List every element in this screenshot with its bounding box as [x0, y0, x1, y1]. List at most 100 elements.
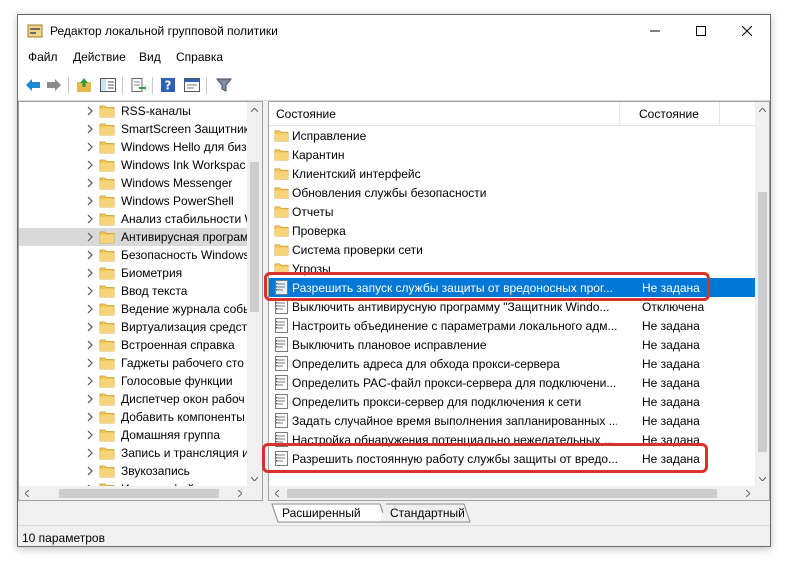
list-scroll-down-arrow[interactable] [755, 471, 769, 486]
menu-view[interactable]: Вид [139, 50, 161, 64]
back-button[interactable] [23, 75, 43, 95]
list-setting-row[interactable]: Определить прокси-сервер для подключения… [269, 392, 755, 411]
chevron-right-icon[interactable] [85, 249, 95, 261]
tree-item[interactable]: Запись и трансляция и [19, 444, 247, 462]
tree-item[interactable]: Гаджеты рабочего сто [19, 354, 247, 372]
chevron-right-icon[interactable] [85, 375, 95, 387]
chevron-right-icon[interactable] [85, 465, 95, 477]
chevron-right-icon[interactable] [85, 123, 95, 135]
tree-item[interactable]: SmartScreen Защитник [19, 120, 247, 138]
list-setting-row[interactable]: Настроить объединение с параметрами лока… [269, 316, 755, 335]
tree-item[interactable]: Безопасность Windows [19, 246, 247, 264]
chevron-right-icon[interactable] [85, 285, 95, 297]
chevron-right-icon[interactable] [85, 159, 95, 171]
list-setting-row[interactable]: Определить PAC-файл прокси-сервера для п… [269, 373, 755, 392]
chevron-right-icon[interactable] [85, 411, 95, 423]
tree-item[interactable]: Анализ стабильности W [19, 210, 247, 228]
list-vertical-scrollbar[interactable] [755, 102, 769, 486]
tree-horizontal-scrollbar[interactable] [19, 486, 247, 500]
tree-item[interactable]: Диспетчер окон рабоч [19, 390, 247, 408]
chevron-right-icon[interactable] [85, 357, 95, 369]
filter-button[interactable] [214, 75, 234, 95]
tree-item[interactable]: Windows Hello для биз [19, 138, 247, 156]
chevron-right-icon[interactable] [85, 105, 95, 117]
minimize-button[interactable] [632, 15, 678, 46]
scroll-down-arrow[interactable] [247, 471, 262, 486]
tree-scroll-thumb[interactable] [250, 162, 259, 312]
column-header-state[interactable]: Состояние [639, 102, 699, 126]
show-hide-tree-button[interactable] [98, 75, 118, 95]
tree-vertical-scrollbar[interactable] [247, 102, 262, 486]
menu-file[interactable]: Файл [28, 50, 58, 64]
navigation-tree[interactable]: RSS-каналы SmartScreen Защитник Windows He… [18, 101, 263, 501]
scroll-up-arrow[interactable] [247, 102, 262, 117]
list-folder-row[interactable]: Обновления службы безопасности [269, 183, 755, 202]
tree-item[interactable]: Биометрия [19, 264, 247, 282]
list-setting-row[interactable]: Задать случайное время выполнения заплан… [269, 411, 755, 430]
tree-item[interactable]: Windows Ink Workspac [19, 156, 247, 174]
folder-icon [99, 141, 115, 154]
list-setting-row[interactable]: Настройка обнаружения потенциально нежел… [269, 430, 755, 449]
tree-item[interactable]: Добавить компоненты [19, 408, 247, 426]
chevron-right-icon[interactable] [85, 429, 95, 441]
tree-item[interactable]: Домашняя группа [19, 426, 247, 444]
up-one-level-button[interactable] [74, 75, 94, 95]
chevron-right-icon[interactable] [85, 231, 95, 243]
list-setting-row[interactable]: Выключить антивирусную программу "Защитн… [269, 297, 755, 316]
list-setting-row[interactable]: Разрешить запуск службы защиты от вредон… [269, 278, 755, 297]
tree-hscroll-thumb[interactable] [59, 489, 219, 498]
menu-help[interactable]: Справка [176, 50, 223, 64]
chevron-right-icon[interactable] [85, 177, 95, 189]
chevron-right-icon[interactable] [85, 213, 95, 225]
scroll-right-arrow[interactable] [232, 486, 247, 500]
list-setting-row[interactable]: Выключить плановое исправление Не задана [269, 335, 755, 354]
tab-standard[interactable]: Стандартный [390, 503, 465, 523]
folder-icon [99, 393, 115, 406]
chevron-right-icon[interactable] [85, 321, 95, 333]
chevron-right-icon[interactable] [85, 447, 95, 459]
tree-item[interactable]: Звукозапись [19, 462, 247, 480]
tree-item[interactable]: Windows Messenger [19, 174, 247, 192]
chevron-right-icon[interactable] [85, 267, 95, 279]
chevron-right-icon[interactable] [85, 303, 95, 315]
chevron-right-icon[interactable] [85, 141, 95, 153]
settings-list[interactable]: Состояние Состояние Исправление Карантин К… [268, 101, 770, 501]
chevron-right-icon[interactable] [85, 195, 95, 207]
tab-extended[interactable]: Расширенный [282, 503, 361, 523]
list-hscroll-thumb[interactable] [287, 489, 717, 498]
list-folder-row[interactable]: Карантин [269, 145, 755, 164]
tree-item[interactable]: Антивирусная програм [19, 228, 247, 246]
list-scroll-left-arrow[interactable] [269, 486, 284, 500]
tree-item[interactable]: Ведение журнала собы [19, 300, 247, 318]
list-folder-row[interactable]: Клиентский интерфейс [269, 164, 755, 183]
forward-button[interactable] [44, 75, 64, 95]
list-folder-row[interactable]: Отчеты [269, 202, 755, 221]
menu-action[interactable]: Действие [73, 50, 126, 64]
list-scroll-right-arrow[interactable] [740, 486, 755, 500]
list-scroll-thumb[interactable] [758, 192, 767, 452]
properties-button[interactable] [182, 75, 202, 95]
list-setting-row[interactable]: Разрешить постоянную работу службы защит… [269, 449, 755, 468]
list-horizontal-scrollbar[interactable] [269, 486, 755, 500]
export-list-button[interactable] [128, 75, 148, 95]
close-button[interactable] [724, 15, 770, 46]
tree-item[interactable]: Виртуализация средст [19, 318, 247, 336]
list-scroll-up-arrow[interactable] [755, 102, 769, 117]
policy-setting-icon [275, 318, 288, 333]
chevron-right-icon[interactable] [85, 393, 95, 405]
tree-item[interactable]: RSS-каналы [19, 102, 247, 120]
help-button[interactable]: ? [158, 75, 178, 95]
chevron-right-icon[interactable] [85, 339, 95, 351]
list-folder-row[interactable]: Система проверки сети [269, 240, 755, 259]
column-header-name[interactable]: Состояние [276, 102, 336, 126]
tree-item[interactable]: Встроенная справка [19, 336, 247, 354]
list-folder-row[interactable]: Угрозы [269, 259, 755, 278]
tree-item[interactable]: Windows PowerShell [19, 192, 247, 210]
tree-item[interactable]: Голосовые функции [19, 372, 247, 390]
list-folder-row[interactable]: Проверка [269, 221, 755, 240]
list-setting-row[interactable]: Определить адреса для обхода прокси-серв… [269, 354, 755, 373]
maximize-button[interactable] [678, 15, 724, 46]
list-folder-row[interactable]: Исправление [269, 126, 755, 145]
tree-item[interactable]: Ввод текста [19, 282, 247, 300]
scroll-left-arrow[interactable] [19, 486, 34, 500]
